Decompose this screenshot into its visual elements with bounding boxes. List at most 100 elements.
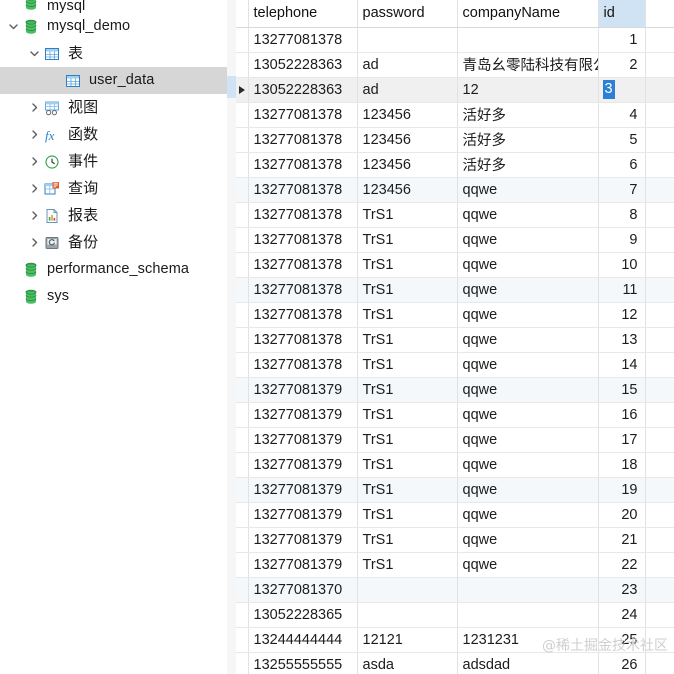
row-indicator-cell[interactable] [236,502,249,528]
row-indicator-cell[interactable] [236,152,249,178]
cell-telephone[interactable]: 13244444444 [248,627,358,653]
cell-password[interactable]: TrS1 [357,402,458,428]
cell-id[interactable]: 14 [598,352,646,378]
cell-password[interactable]: TrS1 [357,527,458,553]
tree-item-0[interactable]: mysql [0,0,236,13]
cell-companyName[interactable]: 活好多 [457,152,599,178]
cell-companyName[interactable]: qqwe [457,427,599,453]
cell-id[interactable]: 1 [598,27,646,53]
row-indicator-cell[interactable] [236,652,249,674]
row-indicator-cell[interactable] [236,302,249,328]
cell-password[interactable] [357,27,458,53]
cell-password[interactable]: TrS1 [357,377,458,403]
row-indicator-cell[interactable] [236,177,249,203]
table-row[interactable]: 13052228363ad青岛幺零陆科技有限公司2 [236,52,674,78]
cell-telephone[interactable]: 13277081379 [248,402,358,428]
cell-id[interactable]: 3 [598,77,646,103]
cell-telephone[interactable]: 13277081378 [248,227,358,253]
cell-telephone[interactable]: 13277081379 [248,502,358,528]
cell-id[interactable]: 25 [598,627,646,653]
cell-telephone[interactable]: 13277081378 [248,102,358,128]
cell-id[interactable]: 22 [598,552,646,578]
cell-password[interactable]: TrS1 [357,252,458,278]
tree-item-2[interactable]: 表 [0,40,236,67]
cell-password[interactable]: 123456 [357,127,458,153]
cell-password[interactable]: TrS1 [357,302,458,328]
cell-telephone[interactable]: 13052228363 [248,52,358,78]
tree-twisty-collapsed[interactable] [27,229,42,256]
cell-companyName[interactable]: qqwe [457,177,599,203]
column-header-telephone[interactable]: telephone [248,0,358,28]
column-header-id[interactable]: id [598,0,646,28]
cell-telephone[interactable]: 13277081378 [248,127,358,153]
row-indicator-cell[interactable] [236,352,249,378]
tree-item-6[interactable]: 事件 [0,148,236,175]
tree-twisty-expanded[interactable] [27,40,42,67]
cell-id[interactable]: 16 [598,402,646,428]
cell-id[interactable]: 4 [598,102,646,128]
cell-companyName[interactable] [457,577,599,603]
cell-id[interactable]: 7 [598,177,646,203]
tree-item-4[interactable]: 视图 [0,94,236,121]
table-row[interactable]: 13277081378 123456 活好多 4 [236,102,674,128]
cell-password[interactable]: ad [357,52,458,78]
cell-companyName[interactable] [457,602,599,628]
cell-telephone[interactable]: 13277081378 [248,202,358,228]
table-row[interactable]: 13277081379 TrS1 qqwe 18 [236,452,674,478]
cell-telephone[interactable]: 13277081378 [248,177,358,203]
cell-telephone[interactable]: 13277081379 [248,427,358,453]
cell-id[interactable]: 18 [598,452,646,478]
tree-scrollbar-track[interactable] [227,0,236,674]
cell-telephone[interactable]: 13277081379 [248,452,358,478]
table-row[interactable]: 13277081378 TrS1 qqwe 14 [236,352,674,378]
cell-telephone[interactable]: 13277081378 [248,27,358,53]
table-row[interactable]: 13277081379 TrS1 qqwe 21 [236,527,674,553]
cell-companyName[interactable]: qqwe [457,327,599,353]
cell-id[interactable]: 6 [598,152,646,178]
cell-password[interactable]: TrS1 [357,277,458,303]
row-indicator-cell[interactable] [236,27,249,53]
cell-id[interactable]: 21 [598,527,646,553]
cell-telephone[interactable]: 13277081378 [248,277,358,303]
cell-id[interactable]: 23 [598,577,646,603]
table-row[interactable]: 13277081378 TrS1 qqwe 10 [236,252,674,278]
row-indicator-cell[interactable] [236,627,249,653]
table-row[interactable]: 13277081378 TrS1 qqwe 9 [236,227,674,253]
table-row[interactable]: 13277081378 TrS1 qqwe 12 [236,302,674,328]
cell-companyName[interactable] [457,27,599,53]
cell-companyName[interactable]: 青岛幺零陆科技有限公司 [457,52,599,78]
row-indicator-cell[interactable] [236,102,249,128]
cell-companyName[interactable]: qqwe [457,452,599,478]
cell-password[interactable] [357,577,458,603]
cell-password[interactable]: ad [357,77,458,103]
table-row[interactable]: 13277081379 TrS1 qqwe 20 [236,502,674,528]
cell-telephone[interactable]: 13277081378 [248,152,358,178]
cell-password[interactable]: 12121 [357,627,458,653]
cell-id[interactable]: 2 [598,52,646,78]
cell-companyName[interactable]: qqwe [457,377,599,403]
cell-telephone[interactable]: 13277081379 [248,527,358,553]
row-indicator-cell[interactable] [236,452,249,478]
cell-telephone[interactable]: 13277081378 [248,302,358,328]
cell-id[interactable]: 15 [598,377,646,403]
row-indicator-cell[interactable] [236,477,249,503]
tree-scrollbar-thumb[interactable] [227,76,236,98]
table-row[interactable]: 13277081378 123456 活好多 6 [236,152,674,178]
selected-cell-value[interactable]: 3 [602,80,615,99]
cell-id[interactable]: 11 [598,277,646,303]
row-indicator-cell[interactable] [236,427,249,453]
row-indicator-cell[interactable] [236,552,249,578]
cell-companyName[interactable]: qqwe [457,227,599,253]
table-row[interactable]: 13277081378 TrS1 qqwe 13 [236,327,674,353]
cell-companyName[interactable]: qqwe [457,552,599,578]
cell-password[interactable]: TrS1 [357,202,458,228]
tree-item-11[interactable]: sys [0,283,236,310]
row-indicator-cell[interactable] [236,77,249,103]
cell-telephone[interactable]: 13255555555 [248,652,358,674]
cell-companyName[interactable]: qqwe [457,502,599,528]
cell-telephone[interactable]: 13052228365 [248,602,358,628]
cell-telephone[interactable]: 13277081378 [248,352,358,378]
cell-companyName[interactable]: 活好多 [457,102,599,128]
column-header-password[interactable]: password [357,0,458,28]
table-row[interactable]: 13255555555 asda adsdad 26 [236,652,674,674]
